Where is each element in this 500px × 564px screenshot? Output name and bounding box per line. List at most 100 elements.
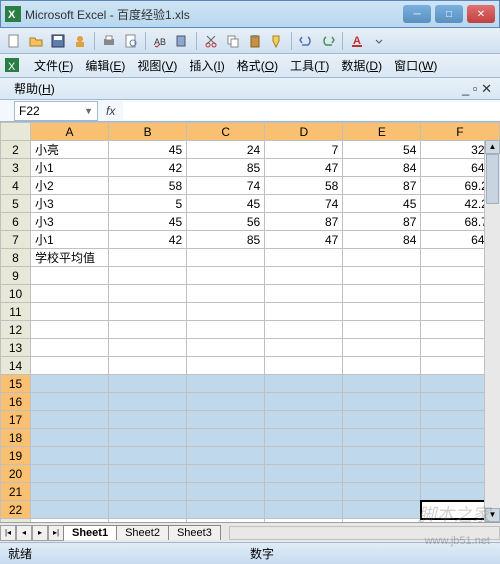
row-header[interactable]: 2	[1, 141, 31, 159]
cell[interactable]	[265, 483, 343, 501]
column-header-A[interactable]: A	[31, 123, 109, 141]
close-button[interactable]: ✕	[467, 5, 495, 23]
cell[interactable]	[343, 465, 421, 483]
cell[interactable]: 54	[343, 141, 421, 159]
document-close-button[interactable]: _ ▫ ✕	[462, 81, 492, 97]
row-header[interactable]: 3	[1, 159, 31, 177]
cell[interactable]: 85	[187, 231, 265, 249]
row-header[interactable]: 21	[1, 483, 31, 501]
cell[interactable]	[265, 357, 343, 375]
sheet-nav-next-button[interactable]: ▸	[32, 525, 48, 541]
cell[interactable]: 小1	[31, 159, 109, 177]
cell[interactable]	[109, 375, 187, 393]
row-header[interactable]: 16	[1, 393, 31, 411]
cell[interactable]: 47	[265, 231, 343, 249]
cell[interactable]	[31, 303, 109, 321]
cell[interactable]	[31, 375, 109, 393]
cell[interactable]	[31, 285, 109, 303]
cell[interactable]: 小3	[31, 195, 109, 213]
name-box[interactable]: F22 ▼	[14, 101, 98, 121]
cell[interactable]	[109, 465, 187, 483]
cell[interactable]	[109, 429, 187, 447]
column-header-D[interactable]: D	[265, 123, 343, 141]
menu-o[interactable]: 格式(O)	[231, 57, 284, 75]
cell[interactable]: 74	[265, 195, 343, 213]
cell[interactable]	[187, 303, 265, 321]
cell[interactable]: 47	[265, 159, 343, 177]
sheet-tab[interactable]: Sheet3	[168, 525, 221, 540]
cell[interactable]: 84	[343, 159, 421, 177]
cell[interactable]: 45	[187, 195, 265, 213]
row-header[interactable]: 9	[1, 267, 31, 285]
column-header-F[interactable]: F	[421, 123, 499, 141]
cell[interactable]	[109, 285, 187, 303]
row-header[interactable]: 13	[1, 339, 31, 357]
scroll-down-arrow-icon[interactable]: ▼	[485, 508, 500, 522]
cell[interactable]: 7	[265, 141, 343, 159]
menu-f[interactable]: 文件(F)	[28, 57, 79, 75]
cell[interactable]	[31, 321, 109, 339]
font-color-button[interactable]: A	[347, 31, 367, 51]
cell[interactable]	[265, 411, 343, 429]
cell[interactable]: 56	[187, 213, 265, 231]
row-header[interactable]: 8	[1, 249, 31, 267]
cell[interactable]	[265, 303, 343, 321]
cell[interactable]	[31, 339, 109, 357]
new-button[interactable]	[4, 31, 24, 51]
cell[interactable]	[31, 411, 109, 429]
cell[interactable]: 42	[109, 159, 187, 177]
cell[interactable]	[187, 339, 265, 357]
cell[interactable]	[265, 285, 343, 303]
cell[interactable]	[265, 375, 343, 393]
row-header[interactable]: 19	[1, 447, 31, 465]
menu-w[interactable]: 窗口(W)	[388, 57, 443, 75]
menu-e[interactable]: 编辑(E)	[79, 57, 131, 75]
research-button[interactable]	[172, 31, 192, 51]
cell[interactable]	[31, 465, 109, 483]
name-box-dropdown-icon[interactable]: ▼	[84, 106, 93, 116]
save-button[interactable]	[48, 31, 68, 51]
format-painter-button[interactable]	[267, 31, 287, 51]
row-header[interactable]: 18	[1, 429, 31, 447]
cell[interactable]	[109, 411, 187, 429]
cell[interactable]	[109, 393, 187, 411]
menu-d[interactable]: 数据(D)	[335, 57, 388, 75]
menu-i[interactable]: 插入(I)	[183, 57, 230, 75]
fx-label[interactable]: fx	[106, 104, 115, 118]
spelling-button[interactable]: AB	[150, 31, 170, 51]
cell[interactable]	[343, 285, 421, 303]
cell[interactable]	[187, 375, 265, 393]
paste-button[interactable]	[245, 31, 265, 51]
cell[interactable]	[343, 447, 421, 465]
cell[interactable]: 24	[187, 141, 265, 159]
copy-button[interactable]	[223, 31, 243, 51]
cell[interactable]	[109, 501, 187, 519]
menu-v[interactable]: 视图(V)	[131, 57, 183, 75]
cell[interactable]	[265, 393, 343, 411]
sheet-nav-first-button[interactable]: |◂	[0, 525, 16, 541]
cell[interactable]	[265, 321, 343, 339]
sheet-tab[interactable]: Sheet1	[63, 525, 117, 540]
cell[interactable]: 45	[109, 141, 187, 159]
undo-button[interactable]	[296, 31, 316, 51]
cell[interactable]	[109, 339, 187, 357]
cell[interactable]	[343, 483, 421, 501]
cell[interactable]	[187, 285, 265, 303]
row-header[interactable]: 10	[1, 285, 31, 303]
cell[interactable]	[343, 357, 421, 375]
cell[interactable]	[343, 249, 421, 267]
row-header[interactable]: 14	[1, 357, 31, 375]
row-header[interactable]: 12	[1, 321, 31, 339]
cell[interactable]: 87	[343, 213, 421, 231]
cell[interactable]	[31, 483, 109, 501]
cell[interactable]	[109, 357, 187, 375]
cell[interactable]: 42	[109, 231, 187, 249]
cell[interactable]	[187, 249, 265, 267]
print-button[interactable]	[99, 31, 119, 51]
cell[interactable]	[343, 519, 421, 523]
row-header[interactable]: 15	[1, 375, 31, 393]
cell[interactable]	[343, 393, 421, 411]
cell[interactable]: 学校平均值	[31, 249, 109, 267]
row-header[interactable]: 5	[1, 195, 31, 213]
cell[interactable]	[343, 267, 421, 285]
